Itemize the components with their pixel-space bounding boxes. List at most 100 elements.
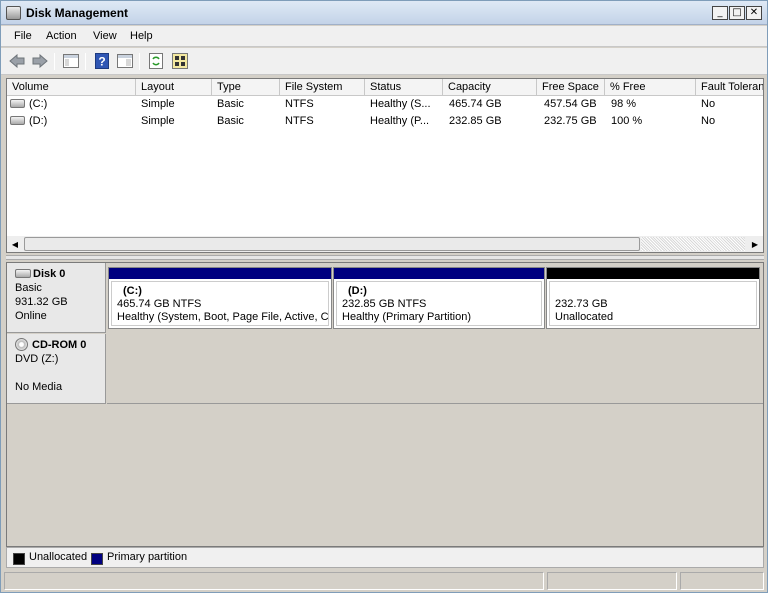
hard-drive-icon	[10, 99, 25, 108]
disk-size	[15, 366, 105, 380]
column-fault-tolerance[interactable]: Fault Toleran	[696, 79, 763, 96]
console-tree-icon[interactable]	[62, 52, 80, 70]
volume-free-space: 232.75 GB	[544, 115, 597, 127]
cd-rom-empty-area[interactable]	[107, 334, 763, 404]
partition-letter: (C:)	[123, 285, 142, 297]
column-volume[interactable]: Volume	[7, 79, 136, 96]
partition-status: Unallocated	[555, 311, 614, 323]
horizontal-scrollbar[interactable]: ◀ ▶	[7, 236, 763, 252]
volume-file-system: NTFS	[285, 115, 314, 127]
partition-color-bar	[109, 268, 331, 279]
menu-bar: File Action View Help	[1, 26, 767, 47]
scroll-right-arrow-icon[interactable]: ▶	[747, 236, 763, 252]
menu-action[interactable]: Action	[46, 30, 77, 42]
column-free-space[interactable]: Free Space	[537, 79, 605, 96]
volume-name: (D:)	[29, 115, 48, 127]
scrollbar-thumb[interactable]	[24, 237, 640, 251]
column-layout[interactable]: Layout	[136, 79, 212, 96]
svg-text:?: ?	[98, 55, 105, 69]
partition-unallocated[interactable]: 232.73 GB Unallocated	[546, 267, 760, 329]
volume-file-system: NTFS	[285, 98, 314, 110]
partition-size: 465.74 GB NTFS	[117, 298, 202, 310]
menu-view[interactable]: View	[93, 30, 117, 42]
scroll-left-arrow-icon[interactable]: ◀	[7, 236, 23, 252]
toolbar: ?	[1, 48, 767, 75]
volume-capacity: 465.74 GB	[449, 98, 502, 110]
legend-label-unallocated: Unallocated	[29, 551, 88, 563]
partition-c[interactable]: (C:) 465.74 GB NTFS Healthy (System, Boo…	[108, 267, 332, 329]
toolbar-separator	[139, 53, 140, 70]
volume-type: Basic	[217, 98, 244, 110]
volume-free-space: 457.54 GB	[544, 98, 597, 110]
legend: Unallocated Primary partition	[6, 547, 764, 568]
partition-color-bar	[547, 268, 759, 279]
hard-drive-icon	[10, 116, 25, 125]
legend-label-primary: Primary partition	[107, 551, 188, 563]
disk-management-window: Disk Management _ □ ✕ File Action View H…	[0, 0, 768, 593]
disk-management-app-icon	[6, 6, 21, 20]
volume-status: Healthy (S...	[370, 98, 431, 110]
status-bar	[1, 570, 767, 592]
disk-state: No Media	[15, 381, 63, 393]
disk-label[interactable]: Disk 0 Basic 931.32 GB Online	[7, 263, 106, 333]
volume-row[interactable]: (D:) Simple Basic NTFS Healthy (P... 232…	[7, 113, 763, 130]
partition-d[interactable]: (D:) 232.85 GB NTFS Healthy (Primary Par…	[333, 267, 545, 329]
close-button[interactable]: ✕	[746, 6, 762, 20]
disk-name: CD-ROM 0	[32, 339, 87, 351]
volume-percent-free: 100 %	[611, 115, 643, 127]
disk-size: 931.32 GB	[15, 296, 68, 308]
menu-help[interactable]: Help	[130, 30, 153, 42]
hard-drive-icon	[15, 269, 31, 278]
partition-status: Healthy (Primary Partition)	[342, 311, 471, 323]
status-pane	[4, 572, 544, 590]
column-type[interactable]: Type	[212, 79, 280, 96]
volume-fault-tolerance: No	[701, 115, 716, 127]
column-capacity[interactable]: Capacity	[443, 79, 537, 96]
volume-capacity: 232.85 GB	[449, 115, 502, 127]
column-file-system[interactable]: File System	[280, 79, 365, 96]
disk-label[interactable]: CD-ROM 0 DVD (Z:) No Media	[7, 334, 106, 404]
partition-letter: (D:)	[348, 285, 367, 297]
properties-icon[interactable]	[116, 52, 134, 70]
volume-name: (C:)	[29, 98, 48, 110]
status-pane	[680, 572, 764, 590]
disk-type: Basic	[15, 282, 42, 294]
volume-layout: Simple	[141, 98, 175, 110]
window-title: Disk Management	[26, 6, 129, 20]
column-status[interactable]: Status	[365, 79, 443, 96]
scrollbar-track[interactable]	[641, 237, 745, 251]
volume-row[interactable]: (C:) Simple Basic NTFS Healthy (S... 465…	[7, 96, 763, 113]
menu-file[interactable]: File	[14, 30, 32, 42]
partition-size: 232.73 GB	[555, 298, 608, 310]
minimize-button[interactable]: _	[712, 6, 728, 20]
partition-size: 232.85 GB NTFS	[342, 298, 427, 310]
pane-splitter[interactable]	[6, 255, 764, 260]
disk-graphical-view: Disk 0 Basic 931.32 GB Online (C:) 465.7…	[6, 262, 764, 547]
refresh-icon[interactable]	[147, 52, 165, 70]
forward-arrow-icon[interactable]	[31, 52, 49, 70]
disk-type: DVD (Z:)	[15, 353, 59, 365]
legend-swatch-primary	[91, 553, 103, 565]
volume-list: Volume Layout Type File System Status Ca…	[6, 78, 764, 253]
disk-state: Online	[15, 310, 47, 322]
cd-rom-icon	[15, 338, 28, 351]
partition-status: Healthy (System, Boot, Page File, Active…	[117, 311, 329, 323]
partition-color-bar	[334, 268, 544, 279]
column-percent-free[interactable]: % Free	[605, 79, 696, 96]
disk-row: CD-ROM 0 DVD (Z:) No Media	[7, 334, 763, 404]
volume-list-header: Volume Layout Type File System Status Ca…	[7, 79, 763, 96]
volume-percent-free: 98 %	[611, 98, 637, 110]
toolbar-separator	[54, 53, 55, 70]
help-icon[interactable]: ?	[93, 52, 111, 70]
rescan-disks-icon[interactable]	[171, 52, 189, 70]
disk-name: Disk 0	[33, 268, 66, 280]
status-pane	[547, 572, 677, 590]
legend-swatch-unallocated	[13, 553, 25, 565]
volume-type: Basic	[217, 115, 244, 127]
partition-letter	[555, 285, 751, 298]
disk-row: Disk 0 Basic 931.32 GB Online (C:) 465.7…	[7, 263, 763, 333]
back-arrow-icon[interactable]	[8, 52, 26, 70]
title-bar[interactable]: Disk Management _ □ ✕	[1, 1, 767, 25]
maximize-button[interactable]: □	[729, 6, 745, 20]
volume-fault-tolerance: No	[701, 98, 716, 110]
